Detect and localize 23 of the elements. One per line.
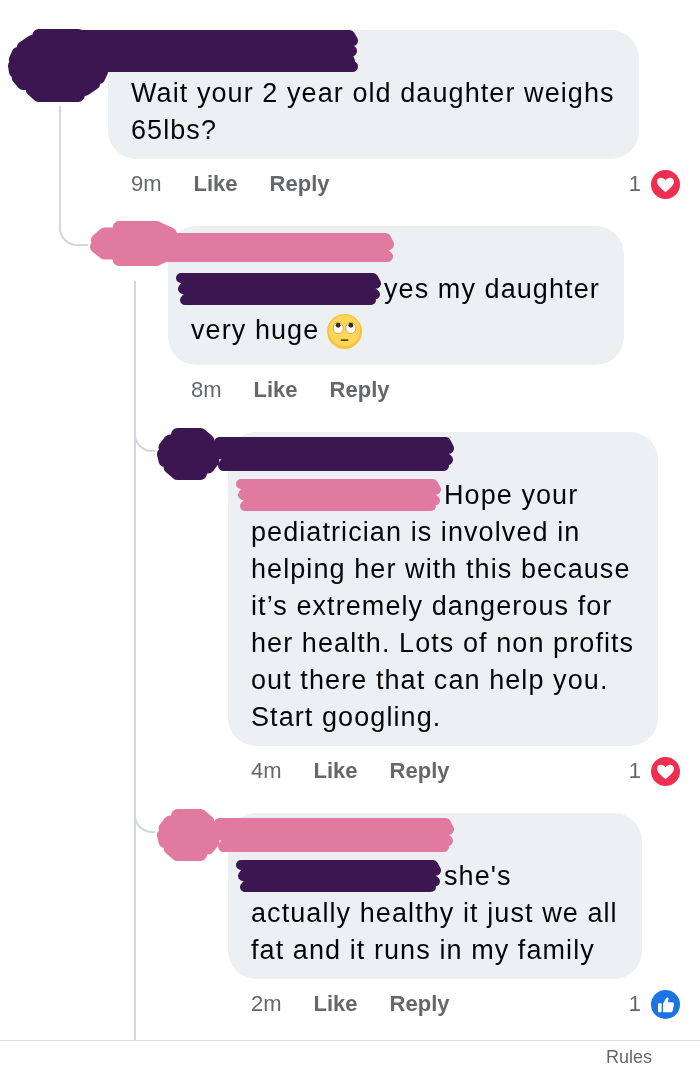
reply-button[interactable]: Reply	[389, 758, 450, 784]
timestamp: 9m	[131, 171, 162, 197]
rules-link[interactable]: Rules	[605, 1046, 652, 1068]
timestamp: 8m	[191, 377, 222, 403]
comment-text: Wait your 2 year old daughter weighs 65lbs?	[131, 78, 615, 145]
reply-button[interactable]: Reply	[329, 377, 390, 403]
like-button[interactable]: Like	[313, 758, 358, 784]
comment-text: yes my daughter	[384, 274, 600, 304]
like-button[interactable]: Like	[313, 991, 358, 1017]
comment-text: very huge	[191, 314, 320, 345]
like-button[interactable]: Like	[193, 171, 238, 197]
reaction-count-button[interactable]: 1	[628, 169, 680, 199]
reply-button[interactable]: Reply	[389, 991, 450, 1017]
timestamp: 2m	[251, 991, 282, 1017]
reply-button[interactable]: Reply	[269, 171, 330, 197]
thumbs-up-icon	[651, 989, 680, 1019]
comment-text: Hope your pediatrician is involved in helping her with this because it’s extremely dangerous for her health. Lots of non profits out there that can help you. Start googling.	[251, 480, 635, 732]
like-button[interactable]: Like	[253, 377, 298, 403]
eye-roll-face-icon	[327, 314, 363, 349]
reaction-count-button[interactable]: 1	[628, 756, 680, 786]
reaction-count-button[interactable]: 1	[628, 989, 680, 1019]
comment-text: she's actually healthy it just we all fat and it runs in my family	[251, 861, 618, 965]
timestamp: 4m	[251, 758, 282, 784]
